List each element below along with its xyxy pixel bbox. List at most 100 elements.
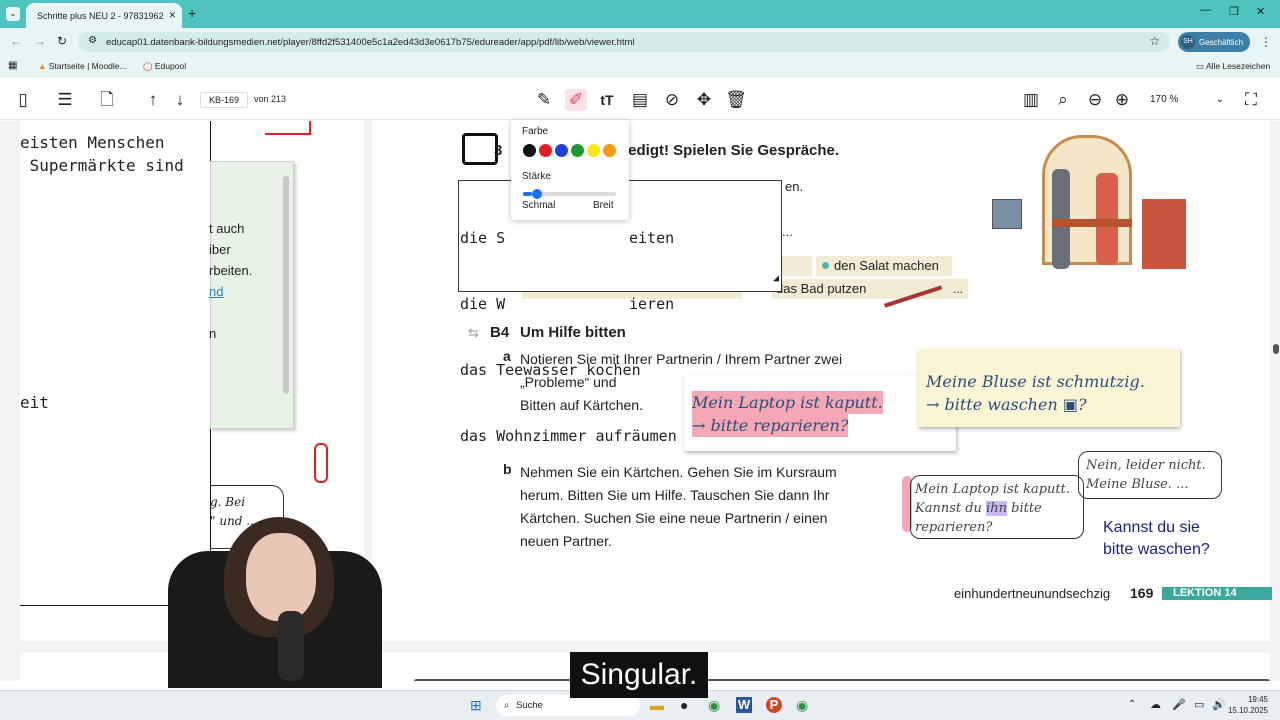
tray-chevron-icon[interactable]: ⌃ xyxy=(1128,699,1136,710)
previous-page-icon[interactable]: ↑ xyxy=(142,89,164,111)
chrome-icon[interactable]: ◉ xyxy=(708,697,720,714)
zoom-in-icon[interactable]: ⊕ xyxy=(1111,89,1133,111)
pen-icon[interactable]: ✎ xyxy=(533,89,555,111)
left-text-line: Supermärkte sind xyxy=(20,156,184,175)
box-line: t auch xyxy=(209,221,245,236)
blue-question-text: Kannst du sie bitte waschen? xyxy=(1103,519,1210,558)
more-menu-icon[interactable]: ⋮ xyxy=(1260,35,1272,49)
page-number: 169 xyxy=(1130,585,1154,601)
taskbar-search[interactable]: ⌕ Suche xyxy=(496,695,640,716)
color-swatch-red[interactable] xyxy=(539,144,552,157)
clock[interactable]: 19:45 15.10.2025 xyxy=(1226,694,1268,716)
display-icon[interactable]: ▭ xyxy=(1194,698,1204,711)
zoom-select[interactable]: 170 % ⌄ xyxy=(1140,90,1230,110)
b3-number: 3 xyxy=(494,142,503,159)
close-window-icon[interactable]: ✕ xyxy=(1256,5,1265,18)
close-tab-icon[interactable]: ✕ xyxy=(169,10,177,21)
powerpoint-icon[interactable]: P xyxy=(766,697,782,713)
tab-list-icon[interactable]: ⌄ xyxy=(6,7,20,21)
sidebar-toggle-icon[interactable]: ▯ xyxy=(12,89,34,111)
problem-card-blouse: Meine Bluse ist schmutzig. → bitte wasch… xyxy=(918,349,1180,427)
washing-powder-icon: ▣ xyxy=(1062,395,1078,414)
new-tab-icon[interactable]: + xyxy=(188,5,196,21)
color-swatch-yellow[interactable] xyxy=(587,144,600,157)
avatar: SH xyxy=(1181,35,1195,49)
reload-icon[interactable]: ↻ xyxy=(57,34,67,48)
b4-label: B4 xyxy=(490,324,510,341)
delete-icon[interactable]: 🗑 xyxy=(725,89,747,111)
bookmark-moodle[interactable]: ▲ Startseite | Moodle... xyxy=(38,61,127,71)
move-icon[interactable]: ✥ xyxy=(693,89,715,111)
slider-thumb[interactable] xyxy=(532,189,543,199)
scroll-thumb[interactable] xyxy=(1273,344,1279,354)
thin-label: Schmal xyxy=(522,200,556,211)
zoom-out-icon[interactable]: ⊖ xyxy=(1084,89,1106,111)
folder-icon: ▭ xyxy=(1196,61,1205,71)
volume-icon[interactable]: 🔊 xyxy=(1212,698,1226,711)
apps-icon[interactable]: ▦ xyxy=(8,60,17,71)
b4-title: Um Hilfe bitten xyxy=(520,324,626,341)
problem-card-laptop: Mein Laptop ist kaputt. → bitte reparier… xyxy=(684,375,956,451)
cloud-icon[interactable]: ☁ xyxy=(1150,698,1161,711)
hide-annotations-icon[interactable]: ⊘ xyxy=(661,89,683,111)
color-swatch-blue[interactable] xyxy=(555,144,568,157)
text-tool-icon[interactable]: tT xyxy=(596,89,618,111)
vertical-scrollbar[interactable] xyxy=(1270,121,1280,681)
b3-partial-text: en. xyxy=(785,179,804,194)
highlighter-icon[interactable]: ✐ xyxy=(565,89,587,111)
left-text-line: eit xyxy=(20,393,49,412)
box-link[interactable]: nd xyxy=(209,281,252,302)
start-icon[interactable]: ⊞ xyxy=(470,697,486,713)
red-mark xyxy=(265,121,311,135)
color-swatch-orange[interactable] xyxy=(603,144,616,157)
bookmark-star-icon[interactable]: ☆ xyxy=(1149,34,1160,48)
back-icon[interactable]: ← xyxy=(10,34,22,48)
box-line: rbeiten. xyxy=(209,263,253,278)
outline-icon[interactable]: ☰ xyxy=(54,89,76,111)
b3-title: ledigt! Spielen Sie Gespräche. xyxy=(624,142,840,159)
bookmark-edupool[interactable]: ◯ Edupool xyxy=(143,61,186,72)
fullscreen-icon[interactable]: ⛶ xyxy=(1240,89,1262,111)
minimize-icon[interactable]: — xyxy=(1200,4,1211,16)
color-label: Farbe xyxy=(522,126,549,137)
explorer-icon[interactable]: ▬ xyxy=(650,697,664,713)
task-a-label: a xyxy=(503,348,511,364)
chip: ... xyxy=(950,279,968,299)
b3-ellipsis: ... xyxy=(782,224,793,239)
document-icon[interactable]: 🗋 xyxy=(96,89,118,111)
green-note-box: t auch iber rbeiten. nd n xyxy=(209,161,294,429)
thickness-slider[interactable] xyxy=(523,189,616,199)
left-text-line: eisten Menschen xyxy=(20,133,165,152)
tab-title: Schritte plus NEU 2 - 97831962 xyxy=(37,10,164,21)
site-info-icon[interactable]: ⚙ xyxy=(88,35,97,46)
profile-button[interactable]: SH Geschäftlich xyxy=(1178,32,1250,52)
main-page: 3 ledigt! Spielen Sie Gespräche. en. ...… xyxy=(372,121,1272,641)
task-b-label: b xyxy=(503,461,512,477)
page-word: einhundertneunundsechzig xyxy=(954,586,1111,601)
app-icon[interactable]: ● xyxy=(680,697,688,713)
profile-label: Geschäftlich xyxy=(1199,37,1244,47)
reader-view-icon[interactable]: ▥ xyxy=(1020,89,1042,111)
next-page-icon[interactable]: ↓ xyxy=(169,89,191,111)
browser-tab[interactable]: Schritte plus NEU 2 - 97831962 ✕ xyxy=(26,3,182,28)
bookmarks-bar: ▦ ▲ Startseite | Moodle... ◯ Edupool ▭ A… xyxy=(0,56,1280,78)
box-scrollbar[interactable] xyxy=(283,176,289,394)
find-icon[interactable]: ⌕ xyxy=(1052,89,1074,111)
all-bookmarks[interactable]: ▭ Alle Lesezeichen xyxy=(1196,61,1270,72)
word-icon[interactable]: W xyxy=(736,697,752,713)
forward-icon[interactable]: → xyxy=(34,34,46,48)
wide-label: Breit xyxy=(593,200,614,211)
url-field[interactable]: ⚙ educap01.datenbank-bildungsmedien.net/… xyxy=(78,32,1170,52)
page-total: von 213 xyxy=(254,94,287,104)
chrome-icon[interactable]: ◉ xyxy=(796,697,808,714)
color-swatch-black[interactable] xyxy=(523,144,536,157)
mic-tray-icon[interactable]: 🎤 xyxy=(1172,698,1186,711)
page-number-input[interactable]: KB-169 xyxy=(200,92,248,108)
resize-handle-icon[interactable]: ◢ xyxy=(773,268,779,290)
horizontal-scroll-thumb[interactable] xyxy=(414,679,1270,681)
maximize-icon[interactable]: ❐ xyxy=(1229,5,1239,18)
color-swatch-green[interactable] xyxy=(571,144,584,157)
webcam-overlay xyxy=(168,511,382,688)
comment-icon[interactable]: ▤ xyxy=(629,89,651,111)
moodle-icon: ▲ xyxy=(38,61,47,71)
